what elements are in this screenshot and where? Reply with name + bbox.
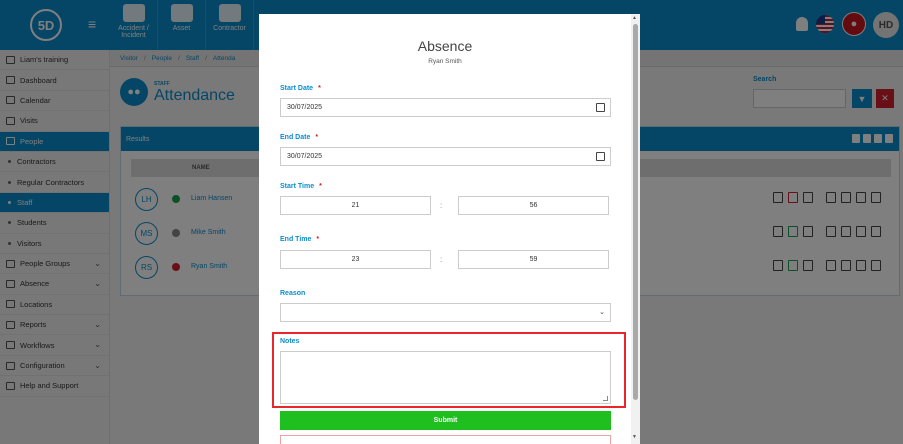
start-minute-field[interactable]: 56 [458, 196, 609, 215]
notes-textarea[interactable] [280, 351, 611, 404]
chevron-down-icon: ⌄ [599, 309, 605, 316]
end-minute-field[interactable]: 59 [458, 250, 609, 269]
end-date-field[interactable]: 30/07/2025 [280, 147, 611, 166]
notes-label: Notes [280, 338, 300, 345]
absence-modal: Absence Ryan Smith Start Date * 30/07/202… [259, 14, 640, 444]
calendar-icon[interactable] [596, 152, 605, 161]
required-mark: * [316, 236, 320, 243]
scrollbar-thumb[interactable] [633, 24, 638, 400]
end-date-label-text: End Date [280, 134, 311, 141]
end-date-label: End Date * [280, 134, 318, 141]
required-mark: * [319, 183, 322, 190]
start-date-value: 30/07/2025 [287, 104, 323, 111]
reason-label: Reason [280, 290, 306, 297]
scroll-up-icon[interactable]: ▲ [632, 15, 637, 21]
end-hour-field[interactable]: 23 [280, 250, 431, 269]
end-time-label-text: End Time [280, 236, 312, 243]
app-root: 5D ≡ Accident / Incident Asset Contracto… [0, 0, 903, 444]
start-date-label: Start Date * [280, 85, 321, 92]
modal-scrollbar[interactable]: ▲ ▼ [631, 14, 640, 444]
start-hour-field[interactable]: 21 [280, 196, 431, 215]
start-date-field[interactable]: 30/07/2025 [280, 98, 611, 117]
end-date-value: 30/07/2025 [287, 153, 323, 160]
scroll-down-icon[interactable]: ▼ [632, 434, 637, 440]
end-time-label: End Time * [280, 236, 319, 243]
required-mark: * [318, 85, 321, 92]
start-time-label-text: Start Time [280, 183, 315, 190]
calendar-icon[interactable] [596, 103, 605, 112]
submit-button[interactable]: Submit [280, 411, 611, 430]
start-date-label-text: Start Date [280, 85, 314, 92]
required-mark: * [315, 134, 319, 141]
next-section-edge [280, 435, 611, 444]
resize-handle-icon[interactable] [603, 396, 608, 401]
reason-select[interactable]: ⌄ [280, 303, 611, 322]
start-time-label: Start Time * [280, 183, 322, 190]
time-separator: : [440, 255, 443, 264]
modal-subtitle: Ryan Smith [428, 58, 462, 65]
modal-title: Absence [417, 38, 473, 54]
time-separator: : [440, 201, 443, 210]
